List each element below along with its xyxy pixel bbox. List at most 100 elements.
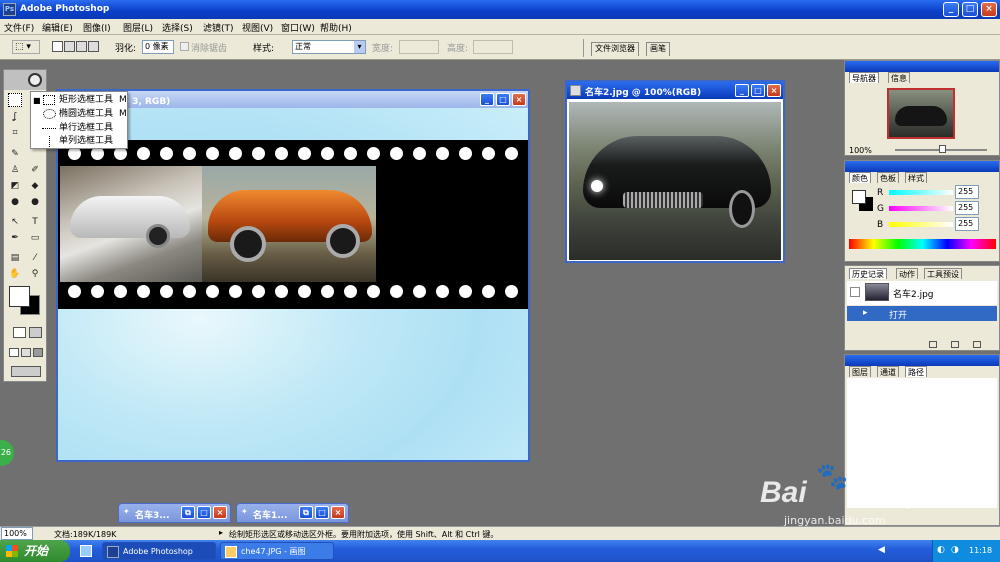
tab-history[interactable]: 历史记录 — [849, 268, 887, 279]
menu-file[interactable]: 文件(F) — [4, 21, 34, 34]
close-button[interactable]: × — [213, 506, 227, 519]
color-fg-swatch[interactable] — [852, 190, 866, 204]
history-step-open[interactable]: ▸ 打开 — [847, 306, 997, 321]
car-doc-minimize-button[interactable]: _ — [735, 84, 749, 97]
menu-view[interactable]: 视图(V) — [242, 21, 273, 34]
screen-mode-full-menu-icon[interactable] — [21, 348, 31, 357]
rectangle-tool-icon[interactable]: ▭ — [28, 231, 42, 245]
g-slider[interactable] — [889, 206, 953, 211]
tab-navigator[interactable]: 导航器 — [849, 72, 879, 83]
maximize-button[interactable]: □ — [197, 506, 211, 519]
width-input[interactable] — [399, 40, 439, 54]
tray-network-icon[interactable]: ◐ — [937, 545, 945, 555]
clone-stamp-icon[interactable]: ♙ — [8, 163, 22, 177]
g-input[interactable]: 255 — [955, 201, 979, 215]
crop-tool-icon[interactable]: ⌗ — [8, 126, 22, 140]
zoom-tool-icon[interactable]: ⚲ — [28, 267, 42, 281]
screen-mode-full-icon[interactable] — [33, 348, 43, 357]
status-arrow-icon[interactable]: ▸ — [219, 528, 223, 537]
new-document-icon[interactable] — [929, 341, 937, 348]
tab-actions[interactable]: 动作 — [896, 268, 918, 279]
path-select-icon[interactable]: ↖ — [8, 215, 22, 229]
flyout-item-ellipse-marquee[interactable]: 椭圆选框工具 M — [33, 108, 127, 121]
feather-input[interactable]: 0 像素 — [142, 40, 174, 54]
r-slider[interactable] — [889, 190, 953, 195]
floating-badge[interactable]: 26 — [0, 440, 14, 466]
taskbar-expand-icon[interactable]: ◀ — [878, 545, 885, 555]
tab-styles[interactable]: 样式 — [905, 172, 927, 183]
add-selection-icon[interactable] — [64, 41, 75, 52]
foreground-color-swatch[interactable] — [9, 286, 30, 307]
tab-layers[interactable]: 图层 — [849, 366, 871, 377]
b-slider[interactable] — [889, 222, 953, 227]
r-input[interactable]: 255 — [955, 185, 979, 199]
quickmask-mode-icon[interactable] — [29, 327, 42, 338]
navigator-slider-thumb[interactable] — [939, 145, 946, 153]
pen-tool-icon[interactable]: ✒ — [8, 231, 22, 245]
minimized-window-1[interactable]: ✦ 名车3... ⧉ □ × — [118, 503, 231, 523]
doc-close-button[interactable]: × — [512, 93, 526, 106]
close-button[interactable]: × — [981, 2, 997, 17]
tab-color[interactable]: 颜色 — [849, 172, 871, 183]
flyout-item-rect-marquee[interactable]: ■ 矩形选框工具 M — [33, 94, 127, 107]
eraser-tool-icon[interactable]: ◩ — [8, 179, 22, 193]
eyedropper-icon[interactable]: ⁄ — [28, 251, 42, 265]
b-input[interactable]: 255 — [955, 217, 979, 231]
menu-select[interactable]: 选择(S) — [162, 21, 193, 34]
color-spectrum-bar[interactable] — [849, 239, 996, 249]
car-doc-close-button[interactable]: × — [767, 84, 781, 97]
paint-bucket-icon[interactable]: ◆ — [28, 179, 42, 193]
show-desktop-icon[interactable] — [80, 545, 92, 557]
screen-mode-standard-icon[interactable] — [9, 348, 19, 357]
healing-brush-icon[interactable]: ✎ — [8, 147, 22, 161]
taskbar-item-paint[interactable]: che47.JPG - 画图 — [220, 542, 334, 560]
height-input[interactable] — [473, 40, 513, 54]
delete-history-icon[interactable] — [973, 341, 981, 348]
tab-tool-presets[interactable]: 工具预设 — [924, 268, 962, 279]
taskbar-item-photoshop[interactable]: Adobe Photoshop — [102, 542, 216, 560]
eye-logo-icon[interactable] — [28, 73, 42, 87]
tab-channels[interactable]: 通道 — [877, 366, 899, 377]
minimize-button[interactable]: _ — [943, 2, 959, 17]
navigator-thumbnail[interactable] — [887, 88, 955, 139]
dodge-tool-icon[interactable]: ● — [28, 195, 42, 209]
notes-tool-icon[interactable]: ▤ — [8, 251, 22, 265]
menu-image[interactable]: 图像(I) — [83, 21, 111, 34]
standard-mode-icon[interactable] — [13, 327, 26, 338]
start-button[interactable]: 开始 — [0, 540, 70, 562]
status-doc-size[interactable]: 文档:189K/189K — [54, 529, 116, 540]
tray-volume-icon[interactable]: ◑ — [951, 545, 959, 555]
tool-preset-picker[interactable]: ⬚ ▾ — [12, 40, 40, 54]
car-photo-black[interactable] — [569, 102, 781, 260]
tab-file-browser[interactable]: 文件浏览器 — [591, 42, 639, 56]
close-button[interactable]: × — [331, 506, 345, 519]
minimized-window-2[interactable]: ✦ 名车1... ⧉ □ × — [236, 503, 349, 523]
maximize-button[interactable]: □ — [315, 506, 329, 519]
menu-filter[interactable]: 滤镜(T) — [203, 21, 234, 34]
status-zoom[interactable]: 100% — [1, 527, 33, 540]
clock[interactable]: 11:18 — [969, 546, 992, 555]
flyout-item-single-column[interactable]: 单列选框工具 — [33, 135, 127, 148]
restore-button[interactable]: ⧉ — [299, 506, 313, 519]
new-selection-icon[interactable] — [52, 41, 63, 52]
antialias-checkbox[interactable] — [180, 42, 189, 51]
new-snapshot-icon[interactable] — [951, 341, 959, 348]
tab-info[interactable]: 信息 — [888, 72, 910, 83]
marquee-tool-icon[interactable] — [8, 93, 22, 107]
jump-to-imageready-icon[interactable] — [11, 366, 41, 377]
blur-tool-icon[interactable]: ● — [8, 195, 22, 209]
car-doc-maximize-button[interactable]: □ — [751, 84, 765, 97]
type-tool-icon[interactable]: T — [28, 215, 42, 229]
hand-tool-icon[interactable]: ✋ — [8, 267, 22, 281]
lasso-tool-icon[interactable]: ʆ — [8, 110, 22, 124]
history-brush-icon[interactable]: ✐ — [28, 163, 42, 177]
tab-swatches[interactable]: 色板 — [877, 172, 899, 183]
intersect-selection-icon[interactable] — [88, 41, 99, 52]
tab-paths[interactable]: 路径 — [905, 366, 927, 377]
menu-window[interactable]: 窗口(W) — [281, 21, 315, 34]
doc-minimize-button[interactable]: _ — [480, 93, 494, 106]
menu-help[interactable]: 帮助(H) — [320, 21, 352, 34]
menu-layer[interactable]: 图层(L) — [123, 21, 153, 34]
history-brush-source-icon[interactable] — [850, 287, 860, 297]
subtract-selection-icon[interactable] — [76, 41, 87, 52]
